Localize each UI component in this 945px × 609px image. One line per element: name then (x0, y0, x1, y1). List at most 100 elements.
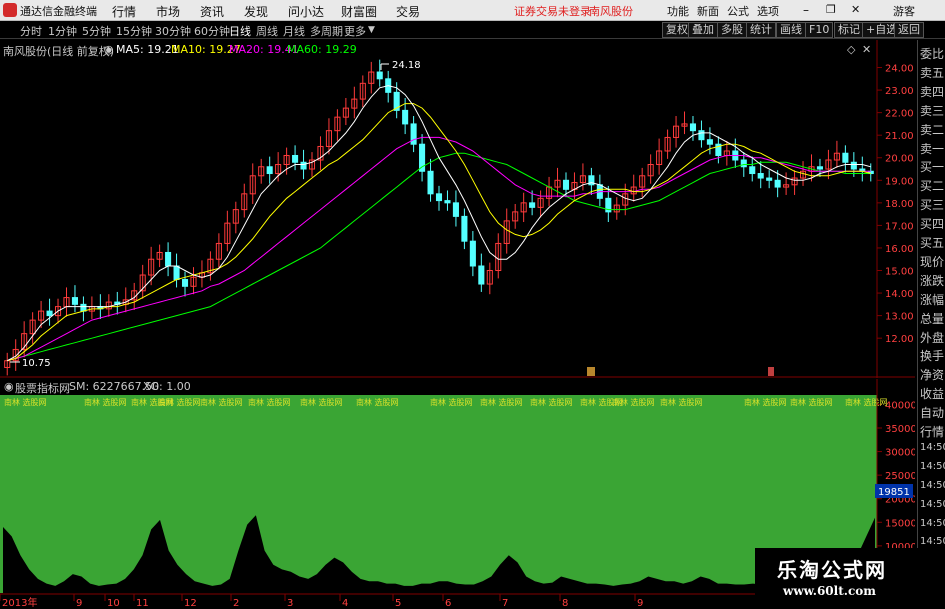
minimize-icon[interactable]: – (803, 3, 809, 17)
menu-quotes[interactable]: 行情 (112, 3, 136, 20)
signal-marker-label: 南林 选股网 (480, 397, 523, 407)
side-panel-label: 买二 (920, 179, 945, 194)
price-tick-label: 13.00 (885, 312, 914, 323)
close-icon[interactable]: ✕ (851, 3, 860, 16)
period-tab-intraday[interactable]: 分时 (20, 23, 42, 39)
menu-options[interactable]: 选项 (757, 3, 779, 19)
side-panel-label[interactable]: 行情 (920, 423, 944, 440)
date-tick-label: 5 (395, 598, 401, 609)
menu-wealth[interactable]: 财富圈 (341, 3, 377, 20)
candle-body (850, 161, 857, 170)
period-tab-60min[interactable]: 60分钟 (194, 23, 230, 39)
candle-body (749, 166, 756, 175)
candle-body (80, 303, 87, 312)
close-panel-icon[interactable]: ✕ (862, 43, 871, 56)
period-tab-daily[interactable]: 日线 (229, 23, 251, 39)
period-tab-multi[interactable]: 多周期 (310, 23, 343, 39)
side-panel-label: 14:50 (920, 479, 945, 491)
watermark-title: 乐淘公式网 (777, 558, 887, 582)
period-tab-more[interactable]: 更多 (344, 23, 366, 39)
side-panel-label: 总量 (920, 311, 945, 326)
signal-marker-label: 南林 选股网 (430, 397, 473, 407)
mark-button[interactable]: 标记 (834, 22, 864, 38)
price-tick-label: 21.00 (885, 131, 914, 142)
candle-body (766, 177, 773, 181)
candle-body (46, 310, 53, 317)
side-panel-label: 委比 (920, 47, 945, 61)
quote-side-panel: 委比 卖五 卖四 卖三 卖二 卖一 买一 买二 买三 买四 买五 现价 涨跌 涨幅 总量 外盘 换手 净资 收益 自动… (917, 40, 945, 609)
side-panel-label: 买三 (920, 198, 945, 213)
date-tick-label: 8 (562, 598, 568, 609)
period-tab-30min[interactable]: 30分钟 (155, 23, 191, 39)
cursor-value-badge: 19851 (878, 487, 910, 498)
menu-market[interactable]: 市场 (156, 3, 180, 20)
signal-marker-label: 南林 选股网 (530, 397, 573, 407)
candle-body (435, 193, 443, 202)
date-tick-label: 9 (637, 598, 643, 609)
back-button[interactable]: 返回 (894, 22, 924, 38)
menu-xiaoda[interactable]: 问小达 (288, 3, 324, 20)
signal-area (0, 395, 877, 593)
eye-icon[interactable]: ◉ (4, 380, 14, 393)
multi-stock-button[interactable]: 多股 (717, 22, 747, 38)
candle-body (71, 297, 79, 305)
side-panel-label: 14:50 (920, 498, 945, 510)
price-chart[interactable]: 24.00 23.00 22.00 21.00 20.00 19.00 18.00 17.00… (0, 40, 915, 378)
ma60-legend: MA60: 19.29 (287, 43, 357, 56)
draw-line-button[interactable]: 画线 (776, 22, 806, 38)
side-panel-label: 现价 (920, 254, 945, 269)
info-mine-icon[interactable] (768, 367, 774, 376)
side-panel-label: 涨跌 (920, 273, 945, 288)
menu-formula[interactable]: 公式 (727, 3, 749, 19)
side-panel-label: 换手 (920, 349, 945, 364)
period-tab-15min[interactable]: 15分钟 (116, 23, 152, 39)
price-tick-label: 23.00 (885, 86, 914, 97)
f10-button[interactable]: F10 (805, 22, 834, 38)
date-tick-label: 2 (233, 598, 239, 609)
watermark-url: www.60lt.com (783, 584, 876, 598)
price-tick-label: 16.00 (885, 244, 914, 255)
date-tick-label: 2013年 (2, 596, 37, 609)
menu-function[interactable]: 功能 (667, 3, 689, 19)
info-mine-icon[interactable] (587, 367, 595, 376)
side-panel-label: 卖二 (920, 122, 945, 137)
candle-body (816, 166, 824, 170)
period-tab-1min[interactable]: 1分钟 (48, 23, 77, 39)
sub-tick-label: 30000 (885, 448, 915, 459)
statistics-button[interactable]: 统计 (746, 22, 776, 38)
side-panel-label: 卖一 (920, 141, 945, 156)
settings-icon[interactable]: ◇ (847, 43, 855, 56)
menu-trade[interactable]: 交易 (396, 3, 420, 20)
candle-body (469, 240, 476, 267)
sub-tick-label: 15000 (885, 518, 915, 529)
more-dropdown-icon[interactable]: ▼ (368, 25, 375, 35)
signal-marker-label: 南林 选股网 (660, 397, 703, 407)
candle-body (376, 71, 383, 80)
side-panel-label: 14:50 (920, 517, 945, 529)
eye-icon[interactable]: ◉ (104, 43, 114, 56)
indicator-name: 股票指标网 (15, 382, 70, 395)
overlay-button[interactable]: 叠加 (688, 22, 718, 38)
side-panel-label: 14:50 (920, 441, 945, 453)
period-tab-5min[interactable]: 5分钟 (82, 23, 111, 39)
sub-tick-label: 35000 (885, 424, 915, 435)
date-tick-label: 6 (445, 598, 451, 609)
menu-guest[interactable]: 游客 (893, 3, 915, 19)
menu-discover[interactable]: 发现 (244, 3, 268, 20)
period-tab-weekly[interactable]: 周线 (256, 23, 278, 39)
side-panel-label[interactable]: 自动 (920, 404, 944, 421)
side-panel-label: 收益 (920, 387, 945, 402)
date-tick-label: 7 (502, 598, 508, 609)
candle-body (165, 251, 172, 267)
side-panel-label: 卖五 (920, 65, 945, 80)
restore-icon[interactable]: ❐ (826, 3, 836, 16)
candle-body (292, 154, 299, 163)
period-tab-monthly[interactable]: 月线 (283, 23, 305, 39)
menu-new-page[interactable]: 新面 (697, 3, 719, 19)
menu-news[interactable]: 资讯 (200, 3, 224, 20)
price-tick-label: 19.00 (885, 176, 914, 187)
date-tick-label: 11 (136, 598, 149, 609)
candle-body (444, 200, 451, 204)
login-status[interactable]: 证券交易未登录 (514, 3, 591, 19)
candle-body (266, 166, 273, 175)
